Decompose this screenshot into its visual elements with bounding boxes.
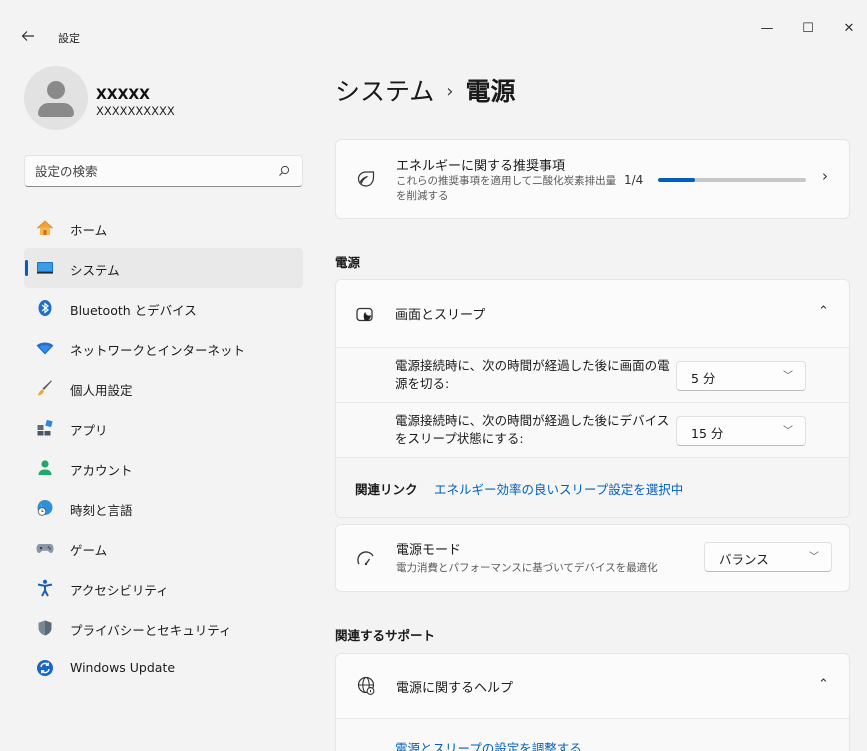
update-icon [37, 660, 53, 676]
sidebar-item-label: アプリ [70, 423, 108, 438]
power-help-group: 電源に関するヘルプ ⌃ 電源とスリープの設定を調整する [335, 653, 850, 751]
close-button[interactable]: ✕ [838, 18, 860, 40]
related-links-row: 関連リンク エネルギー効率の良いスリープ設定を選択中 [336, 458, 849, 517]
sidebar-item-accessibility[interactable]: アクセシビリティ [24, 568, 303, 608]
sidebar-item-label: アクセシビリティ [70, 583, 169, 598]
chevron-right-icon: › [822, 167, 828, 185]
bluetooth-icon [38, 300, 52, 316]
maximize-button[interactable]: ☐ [797, 18, 819, 40]
recommendation-description: これらの推奨事項を適用して二酸化炭素排出量を削減する [396, 175, 617, 202]
chevron-down-icon: ﹀ [783, 371, 793, 382]
sidebar-item-label: Windows Update [70, 660, 176, 675]
sidebar-item-accounts[interactable]: アカウント [24, 448, 303, 488]
minimize-button[interactable]: — [756, 18, 778, 40]
avatar-head [47, 81, 65, 99]
sidebar-item-time-language[interactable]: 時刻と言語 [24, 488, 303, 528]
power-mode-icon [357, 551, 374, 566]
sidebar-item-label: 時刻と言語 [70, 503, 133, 518]
screen-sleep-header[interactable]: 画面とスリープ ⌃ [336, 280, 849, 348]
energy-recommendation-card[interactable]: エネルギーに関する推奨事項 これらの推奨事項を適用して二酸化炭素排出量を削減する… [335, 139, 850, 219]
sleep-label: 電源接続時に、次の時間が経過した後にデバイスをスリープ状態にする: [395, 413, 670, 446]
profile-name: XXXXX [96, 87, 150, 103]
power-help-title: 電源に関するヘルプ [396, 681, 514, 696]
brush-icon [37, 380, 52, 396]
back-button[interactable] [20, 28, 40, 48]
sidebar-item-personalization[interactable]: 個人用設定 [24, 368, 303, 408]
sidebar-item-bluetooth[interactable]: Bluetooth とデバイス [24, 288, 303, 328]
energy-efficient-sleep-link[interactable]: エネルギー効率の良いスリープ設定を選択中 [434, 479, 683, 498]
search-icon[interactable] [278, 165, 290, 177]
sidebar-item-label: 個人用設定 [70, 383, 133, 398]
screen-sleep-title: 画面とスリープ [395, 308, 486, 323]
sidebar-item-home[interactable]: ホーム [24, 208, 303, 248]
screen-sleep-group: 画面とスリープ ⌃ 電源接続時に、次の時間が経過した後に画面の電源を切る: 5 … [335, 279, 850, 518]
arrow-left-icon [21, 31, 34, 41]
sidebar-item-label: Bluetooth とデバイス [70, 303, 197, 318]
breadcrumb-parent[interactable]: システム [335, 77, 434, 106]
screen-off-value: 5 分 [691, 371, 716, 386]
sidebar-item-label: ホーム [70, 223, 108, 238]
sidebar-item-network[interactable]: ネットワークとインターネット [24, 328, 303, 368]
leaf-icon [357, 171, 375, 187]
recommendation-title: エネルギーに関する推奨事項 [396, 159, 566, 174]
power-mode-dropdown[interactable]: バランス ﹀ [704, 542, 832, 572]
sleep-dropdown[interactable]: 15 分 ﹀ [676, 416, 806, 446]
power-mode-card: 電源モード 電力消費とパフォーマンスに基づいてデバイスを最適化 バランス ﹀ [335, 524, 850, 592]
app-title: 設定 [58, 32, 80, 45]
power-mode-description: 電力消費とパフォーマンスに基づいてデバイスを最適化 [396, 562, 658, 574]
chevron-down-icon: ﹀ [783, 426, 793, 437]
avatar[interactable] [24, 66, 88, 130]
settings-window: 設定 — ☐ ✕ XXXXX XXXXXXXXXX ホーム システム Bluet… [0, 0, 867, 751]
sidebar-item-privacy[interactable]: プライバシーとセキュリティ [24, 608, 303, 648]
title-bar: 設定 — ☐ ✕ [0, 0, 867, 48]
sidebar-nav: ホーム システム Bluetooth とデバイス ネットワークとインターネット … [24, 208, 303, 688]
chevron-up-icon[interactable]: ⌃ [818, 677, 829, 692]
power-mode-value: バランス [719, 552, 769, 567]
sidebar-item-system[interactable]: システム [24, 248, 303, 288]
screen-off-label: 電源接続時に、次の時間が経過した後に画面の電源を切る: [395, 358, 670, 391]
breadcrumb: システム › 電源 [335, 72, 515, 108]
screen-off-row: 電源接続時に、次の時間が経過した後に画面の電源を切る: 5 分 ﹀ [336, 348, 849, 403]
accessibility-icon [37, 579, 53, 597]
avatar-body [38, 103, 74, 117]
sidebar-item-windows-update[interactable]: Windows Update [24, 648, 303, 688]
section-heading-power: 電源 [335, 255, 361, 270]
gamepad-icon [36, 544, 54, 553]
monitor-icon [37, 262, 53, 274]
person-icon [38, 460, 52, 475]
power-help-header[interactable]: 電源に関するヘルプ ⌃ [336, 654, 849, 719]
sidebar-item-label: ネットワークとインターネット [70, 343, 246, 358]
chevron-down-icon: ﹀ [809, 552, 819, 563]
apps-icon [37, 419, 53, 436]
sidebar-item-gaming[interactable]: ゲーム [24, 528, 303, 568]
chevron-up-icon[interactable]: ⌃ [818, 304, 829, 319]
sidebar-item-apps[interactable]: アプリ [24, 408, 303, 448]
search-box[interactable] [24, 155, 303, 187]
section-heading-related-support: 関連するサポート [335, 628, 436, 643]
screen-off-dropdown[interactable]: 5 分 ﹀ [676, 361, 806, 391]
globe-clock-icon [37, 500, 53, 516]
search-input[interactable] [35, 161, 275, 181]
recommendation-progress-bar [658, 178, 806, 182]
sleep-value: 15 分 [691, 426, 724, 441]
sidebar-item-label: システム [70, 263, 120, 278]
sidebar-item-label: ゲーム [70, 543, 108, 558]
breadcrumb-separator: › [446, 81, 454, 102]
globe-help-icon [357, 676, 375, 695]
related-links-label: 関連リンク [355, 482, 418, 497]
recommendation-count: 1/4 [624, 173, 644, 187]
profile-email: XXXXXXXXXX [96, 104, 175, 118]
progress-fill [658, 178, 695, 182]
power-mode-title: 電源モード [396, 543, 462, 558]
screen-sleep-icon [356, 307, 373, 322]
page-title: 電源 [465, 77, 516, 106]
wifi-icon [36, 342, 54, 355]
sidebar-item-label: プライバシーとセキュリティ [70, 623, 232, 638]
home-icon [37, 220, 53, 235]
shield-icon [38, 620, 52, 636]
sidebar-item-label: アカウント [70, 463, 133, 478]
adjust-power-sleep-link[interactable]: 電源とスリープの設定を調整する [395, 738, 582, 751]
sleep-row: 電源接続時に、次の時間が経過した後にデバイスをスリープ状態にする: 15 分 ﹀ [336, 403, 849, 458]
